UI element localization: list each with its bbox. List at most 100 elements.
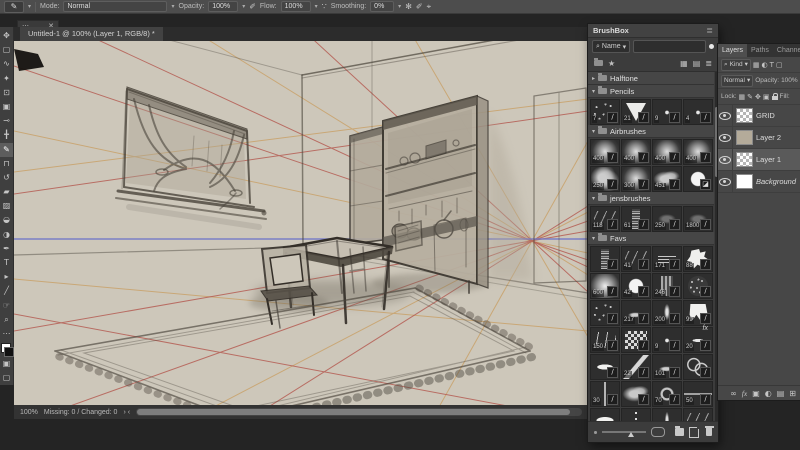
screen-mode-button[interactable]: ▢: [0, 371, 13, 385]
layer-row-layer-2[interactable]: Layer 2: [718, 127, 800, 149]
panel-menu-icon[interactable]: ≣: [706, 26, 713, 35]
tool-healing[interactable]: ╋: [0, 128, 13, 142]
zoom-level[interactable]: 100%: [20, 409, 38, 416]
visibility-toggle[interactable]: [718, 105, 733, 126]
brush-favs-ellipse[interactable]: ∕: [590, 354, 620, 380]
tool-path-select[interactable]: ▸: [0, 270, 13, 284]
tool-type[interactable]: T: [0, 256, 13, 270]
opacity-field[interactable]: 100%: [208, 1, 239, 12]
brush-pencils-9[interactable]: 9 ∕: [652, 99, 682, 125]
new-layer-icon[interactable]: ⊞: [789, 389, 796, 398]
adjustment-layer-icon[interactable]: ◐: [765, 389, 772, 398]
tool-eyedropper[interactable]: ⊸: [0, 114, 13, 128]
tool-blur[interactable]: ◒: [0, 213, 13, 227]
brush-favs-noise[interactable]: ∕: [590, 300, 620, 326]
filter-adjustment-icon[interactable]: ◐: [762, 61, 768, 69]
scrollbar-thumb[interactable]: [137, 409, 570, 415]
slider-thumb[interactable]: [628, 432, 635, 437]
background-color-swatch[interactable]: [4, 347, 14, 358]
lock-transparency-icon[interactable]: ▦: [739, 93, 746, 101]
chevron-down-icon[interactable]: ▾: [171, 3, 174, 10]
brush-airbrushes-451[interactable]: 451 ∕: [652, 166, 682, 192]
quick-mask-button[interactable]: ▣: [0, 357, 13, 371]
link-layers-icon[interactable]: ∞: [730, 389, 737, 398]
airbrush-icon[interactable]: ∵: [322, 2, 327, 12]
tab-layers[interactable]: Layers: [718, 44, 748, 57]
group-icon[interactable]: ▤: [777, 389, 785, 398]
compact-view-icon[interactable]: ≣: [705, 59, 712, 68]
flow-field[interactable]: 100%: [280, 1, 311, 12]
brush-group-jensbrushes[interactable]: ▾ jensbrushes: [588, 192, 714, 205]
tool-move[interactable]: ✥: [0, 29, 13, 43]
tool-history-brush[interactable]: ↺: [0, 171, 13, 185]
new-folder-icon[interactable]: [594, 58, 603, 66]
brush-favs-70[interactable]: 70 ∕: [652, 381, 682, 407]
brush-jensbrushes-61[interactable]: 61 ∕: [621, 206, 651, 232]
visibility-toggle[interactable]: [718, 149, 733, 170]
document-tab[interactable]: Untitled-1 @ 100% (Layer 1, RGB/8) *: [20, 27, 163, 41]
brush-favs-171[interactable]: 171 ∕: [652, 246, 682, 272]
tool-lasso[interactable]: ∿: [0, 57, 13, 71]
visibility-toggle[interactable]: [718, 127, 733, 148]
pressure-opacity-icon[interactable]: ✐: [249, 2, 256, 12]
smoothing-gear-icon[interactable]: ✻: [405, 2, 412, 12]
brush-favs-41[interactable]: 41 ∕: [621, 246, 651, 272]
brush-jensbrushes-1800[interactable]: 1800 ∕: [683, 206, 713, 232]
brush-favs-checker[interactable]: ∕: [621, 327, 651, 353]
brush-favs-600[interactable]: 600 ∕: [590, 273, 620, 299]
layer-filter-select[interactable]: ⌕ Kind ▾: [721, 58, 751, 71]
brush-favs-squiggle[interactable]: ∕: [683, 354, 713, 380]
brush-pencils-7[interactable]: 7 ∕: [590, 99, 620, 125]
horizontal-scrollbar[interactable]: [136, 408, 582, 416]
list-view-icon[interactable]: ▤: [693, 59, 701, 68]
brush-favs-99[interactable]: 99 ∕: [683, 300, 713, 326]
pressure-size-icon[interactable]: ✐: [416, 2, 423, 12]
layer-mask-icon[interactable]: ▣: [752, 389, 760, 398]
brush-favs-200[interactable]: 200∕: [621, 408, 651, 421]
brush-favs-100[interactable]: 100∕: [652, 408, 682, 421]
brush-pencils-21[interactable]: 21 ∕: [621, 99, 651, 125]
tool-line[interactable]: ╱: [0, 284, 13, 298]
tool-crop[interactable]: ⊡: [0, 86, 13, 100]
brush-favs-51[interactable]: 51∕: [590, 408, 620, 421]
brush-favs-60[interactable]: 60∕: [683, 408, 713, 421]
brush-favs-50[interactable]: 50 ∕: [683, 381, 713, 407]
blend-mode-select[interactable]: Normal ▾: [721, 74, 754, 87]
tool-brush[interactable]: ✎: [0, 142, 13, 157]
grid-view-icon[interactable]: ▦: [680, 59, 688, 68]
filter-shape-icon[interactable]: ▢: [776, 61, 783, 69]
lock-all-icon[interactable]: [771, 93, 778, 100]
tool-dodge[interactable]: ◑: [0, 228, 13, 242]
tool-eraser[interactable]: ▰: [0, 185, 13, 199]
brush-preset-icon[interactable]: ✎: [4, 0, 24, 13]
opacity-value[interactable]: 100%: [781, 77, 798, 84]
brush-group-airbrushes[interactable]: ▾ Airbrushes: [588, 125, 714, 138]
brush-airbrushes-400[interactable]: 400 ∕: [621, 139, 651, 165]
filter-type-icon[interactable]: T: [770, 61, 774, 69]
layer-style-icon[interactable]: fx: [742, 389, 747, 398]
brush-pencils-4[interactable]: 4 ∕: [683, 99, 713, 125]
brush-favs-20[interactable]: 20 ∕: [683, 327, 713, 353]
brush-favs-cloudtex[interactable]: ∕: [621, 381, 651, 407]
brush-jensbrushes-118[interactable]: 118 ∕: [590, 206, 620, 232]
brush-jensbrushes-250[interactable]: 250 ∕: [652, 206, 682, 232]
chevron-down-icon[interactable]: ▾: [315, 3, 318, 10]
lock-artboard-icon[interactable]: ▣: [763, 93, 770, 101]
brush-favs-speckle[interactable]: ∕: [683, 273, 713, 299]
lock-pixels-icon[interactable]: ✎: [747, 93, 753, 101]
tab-paths[interactable]: Paths: [747, 44, 773, 57]
color-swatches[interactable]: [0, 343, 14, 358]
brush-airbrushes-400[interactable]: 400 ∕: [590, 139, 620, 165]
brush-airbrushes-disc[interactable]: ◪: [683, 166, 713, 192]
tool-pen[interactable]: ✒: [0, 242, 13, 256]
layer-row-layer-1[interactable]: Layer 1: [718, 149, 800, 171]
brush-group-pencils[interactable]: ▾ Pencils: [588, 85, 714, 98]
layer-row-grid[interactable]: GRID: [718, 105, 800, 127]
brush-size-slider[interactable]: [601, 431, 646, 437]
brush-favs-30[interactable]: 30 ∕: [590, 381, 620, 407]
chevron-down-icon[interactable]: ▾: [28, 3, 31, 10]
symmetry-icon[interactable]: ⌖: [427, 2, 432, 12]
brush-search-input[interactable]: [633, 40, 706, 53]
brush-favs-246[interactable]: 246 ∕: [652, 273, 682, 299]
brush-favs-217[interactable]: 217 ∕: [621, 300, 651, 326]
